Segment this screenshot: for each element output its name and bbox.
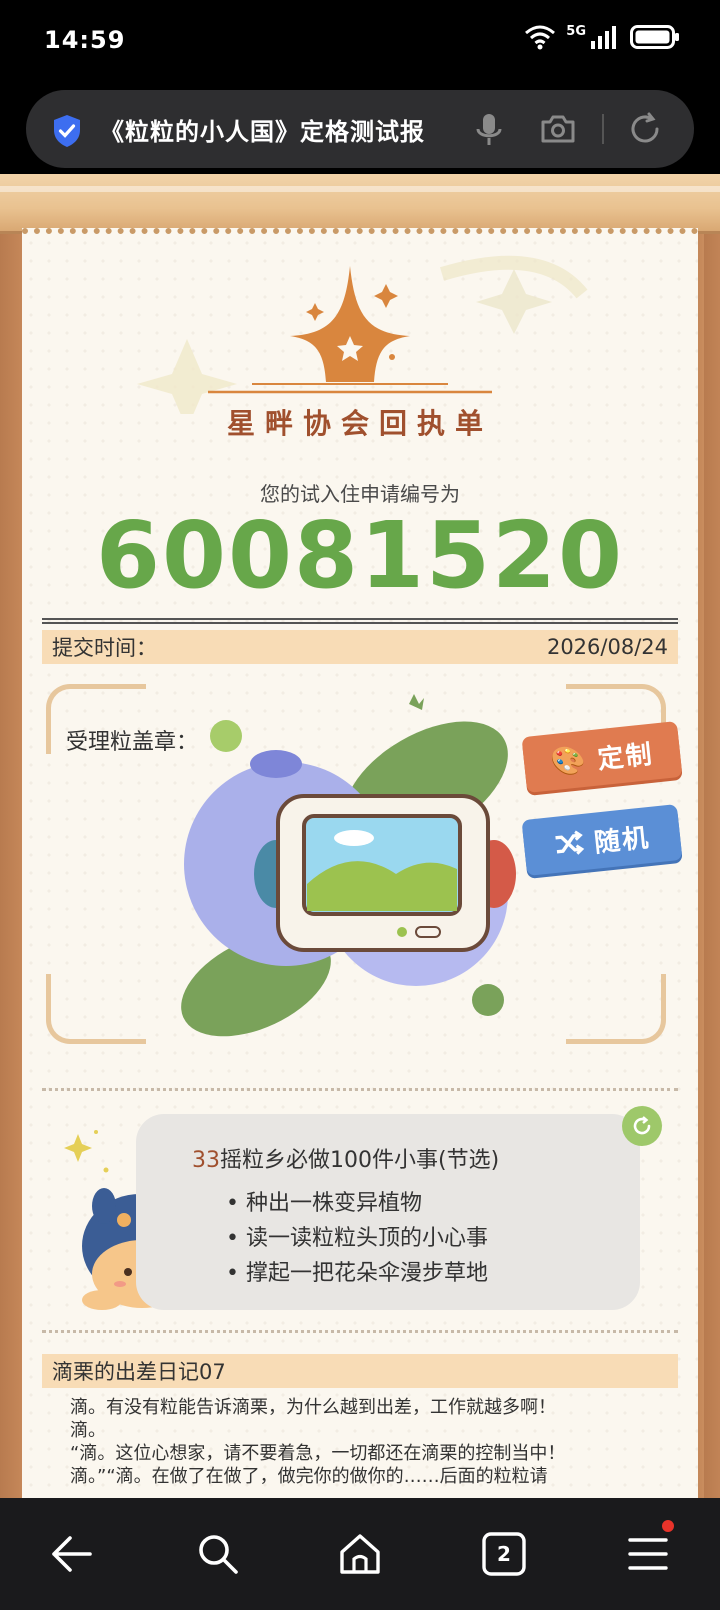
status-bar: 14:59 5G [0,0,720,84]
todo-item: 读一读粒粒头顶的小心事 [226,1221,488,1256]
todo-title: 33摇粒乡必做100件小事(节选) [192,1142,499,1174]
dotted-divider [42,1088,678,1091]
home-icon [340,1534,380,1574]
dotted-divider [42,1330,678,1333]
shuffle-icon [555,830,585,855]
frame-corner [46,974,146,1044]
refresh-icon[interactable] [628,112,662,146]
home-button[interactable] [332,1526,388,1582]
menu-button[interactable] [620,1520,676,1582]
camera-icon[interactable] [540,112,576,146]
tabs-button[interactable]: 2 [476,1526,532,1582]
custom-label: 定制 [596,739,655,775]
diary-line: 滴。有没有粒能告诉滴栗，为什么越到出差，工作就越多啊！ [70,1397,556,1418]
logo-title: 星畔协会回执单 [226,407,493,440]
diary-line: 滴。”“滴。在做了在做了，做完你的做你的……后面的粒粒请 [70,1466,548,1487]
url-text[interactable]: 《粒粒的小人国》定格测试报 [100,112,480,147]
todo-item: 撑起一把花朵伞漫步草地 [226,1256,488,1291]
status-time: 14:59 [44,26,126,54]
diary-title: 滴栗的出差日记07 [52,1360,226,1384]
blueberry-console-stamp-icon[interactable] [176,684,536,1044]
double-divider [42,618,678,624]
back-button[interactable] [44,1526,100,1582]
todo-card: 33摇粒乡必做100件小事(节选) 种出一株变异植物 读一读粒粒头顶的小心事 撑… [136,1106,662,1310]
todo-item: 种出一株变异植物 [226,1186,488,1221]
back-arrow-icon [52,1536,92,1572]
browser-bottom-nav: 2 [0,1498,720,1610]
network-label: 5G [566,23,586,39]
search-icon [199,1535,238,1574]
address-bar[interactable]: 《粒粒的小人国》定格测试报 [26,90,694,168]
menu-icon [628,1538,668,1570]
frame-corner [566,974,666,1044]
submit-time-value: 2026/08/24 [546,635,668,659]
status-icons: 5G [524,24,680,50]
diary-body: 滴。有没有粒能告诉滴栗，为什么越到出差，工作就越多啊！ 滴。 “滴。这位心想家，… [70,1396,660,1488]
notification-dot [662,1520,674,1532]
refresh-icon [633,1116,651,1135]
todo-list: 种出一株变异植物 读一读粒粒头顶的小心事 撑起一把花朵伞漫步草地 [226,1186,488,1291]
star-emblem-icon [137,255,588,414]
search-button[interactable] [190,1526,246,1582]
diary-line: “滴。这位心想家，请不要着急，一切都还在滴栗的控制当中！ [70,1443,566,1464]
todo-count: 33 [192,1148,220,1173]
palette-icon: 🎨 [549,742,590,779]
diary-line: 滴。 [70,1420,106,1441]
microphone-icon[interactable] [474,112,504,148]
association-logo: 星畔协会回执单 [22,234,698,474]
application-number: 60081520 [95,502,625,609]
web-page: 星畔协会回执单 您的试入住申请编号为 60081520 提交时间： 2026/0… [0,174,720,1498]
toolbar-divider [602,114,604,144]
battery-icon [630,25,679,49]
submit-time-row: 提交时间： 2026/08/24 [42,630,678,664]
signal-icon [591,26,616,49]
submit-time-label: 提交时间： [52,636,157,660]
shield-check-icon [54,115,80,147]
wifi-icon [525,25,556,50]
tab-count: 2 [497,1542,511,1566]
random-label: 随机 [592,822,652,859]
diary-header: 滴栗的出差日记07 [42,1354,678,1388]
receipt-paper: 星畔协会回执单 您的试入住申请编号为 60081520 提交时间： 2026/0… [22,228,698,1498]
browser-toolbar: 《粒粒的小人国》定格测试报 [0,84,720,174]
todo-refresh-button[interactable] [622,1106,662,1146]
scroll-rod [0,174,720,234]
todo-title-text: 摇粒乡必做100件小事(节选) [220,1148,500,1173]
